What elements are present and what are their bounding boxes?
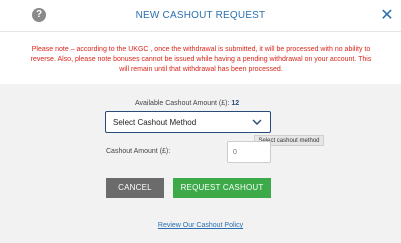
modal-title: NEW CASHOUT REQUEST [135,10,266,21]
cashout-method-select[interactable]: Select Cashout Method [105,111,271,133]
modal-header: ? NEW CASHOUT REQUEST ✕ [0,0,401,32]
ukgc-notice: Please note – according to the UKGC , on… [30,46,372,73]
cashout-policy-link[interactable]: Review Our Cashout Policy [0,221,401,231]
available-amount-label: Available Cashout Amount (£): [135,100,230,107]
chevron-down-icon [252,119,262,125]
request-cashout-button[interactable]: REQUEST CASHOUT [173,178,271,198]
cashout-method-select-value: Select Cashout Method [113,118,197,127]
close-icon[interactable]: ✕ [379,7,395,23]
cashout-amount-input[interactable] [227,141,271,163]
cashout-amount-label: Cashout Amount (£): [106,148,171,155]
available-amount-value: 12 [231,100,240,107]
available-cashout-amount: Available Cashout Amount (£): 12 [135,99,239,109]
cancel-button[interactable]: CANCEL [106,178,164,198]
